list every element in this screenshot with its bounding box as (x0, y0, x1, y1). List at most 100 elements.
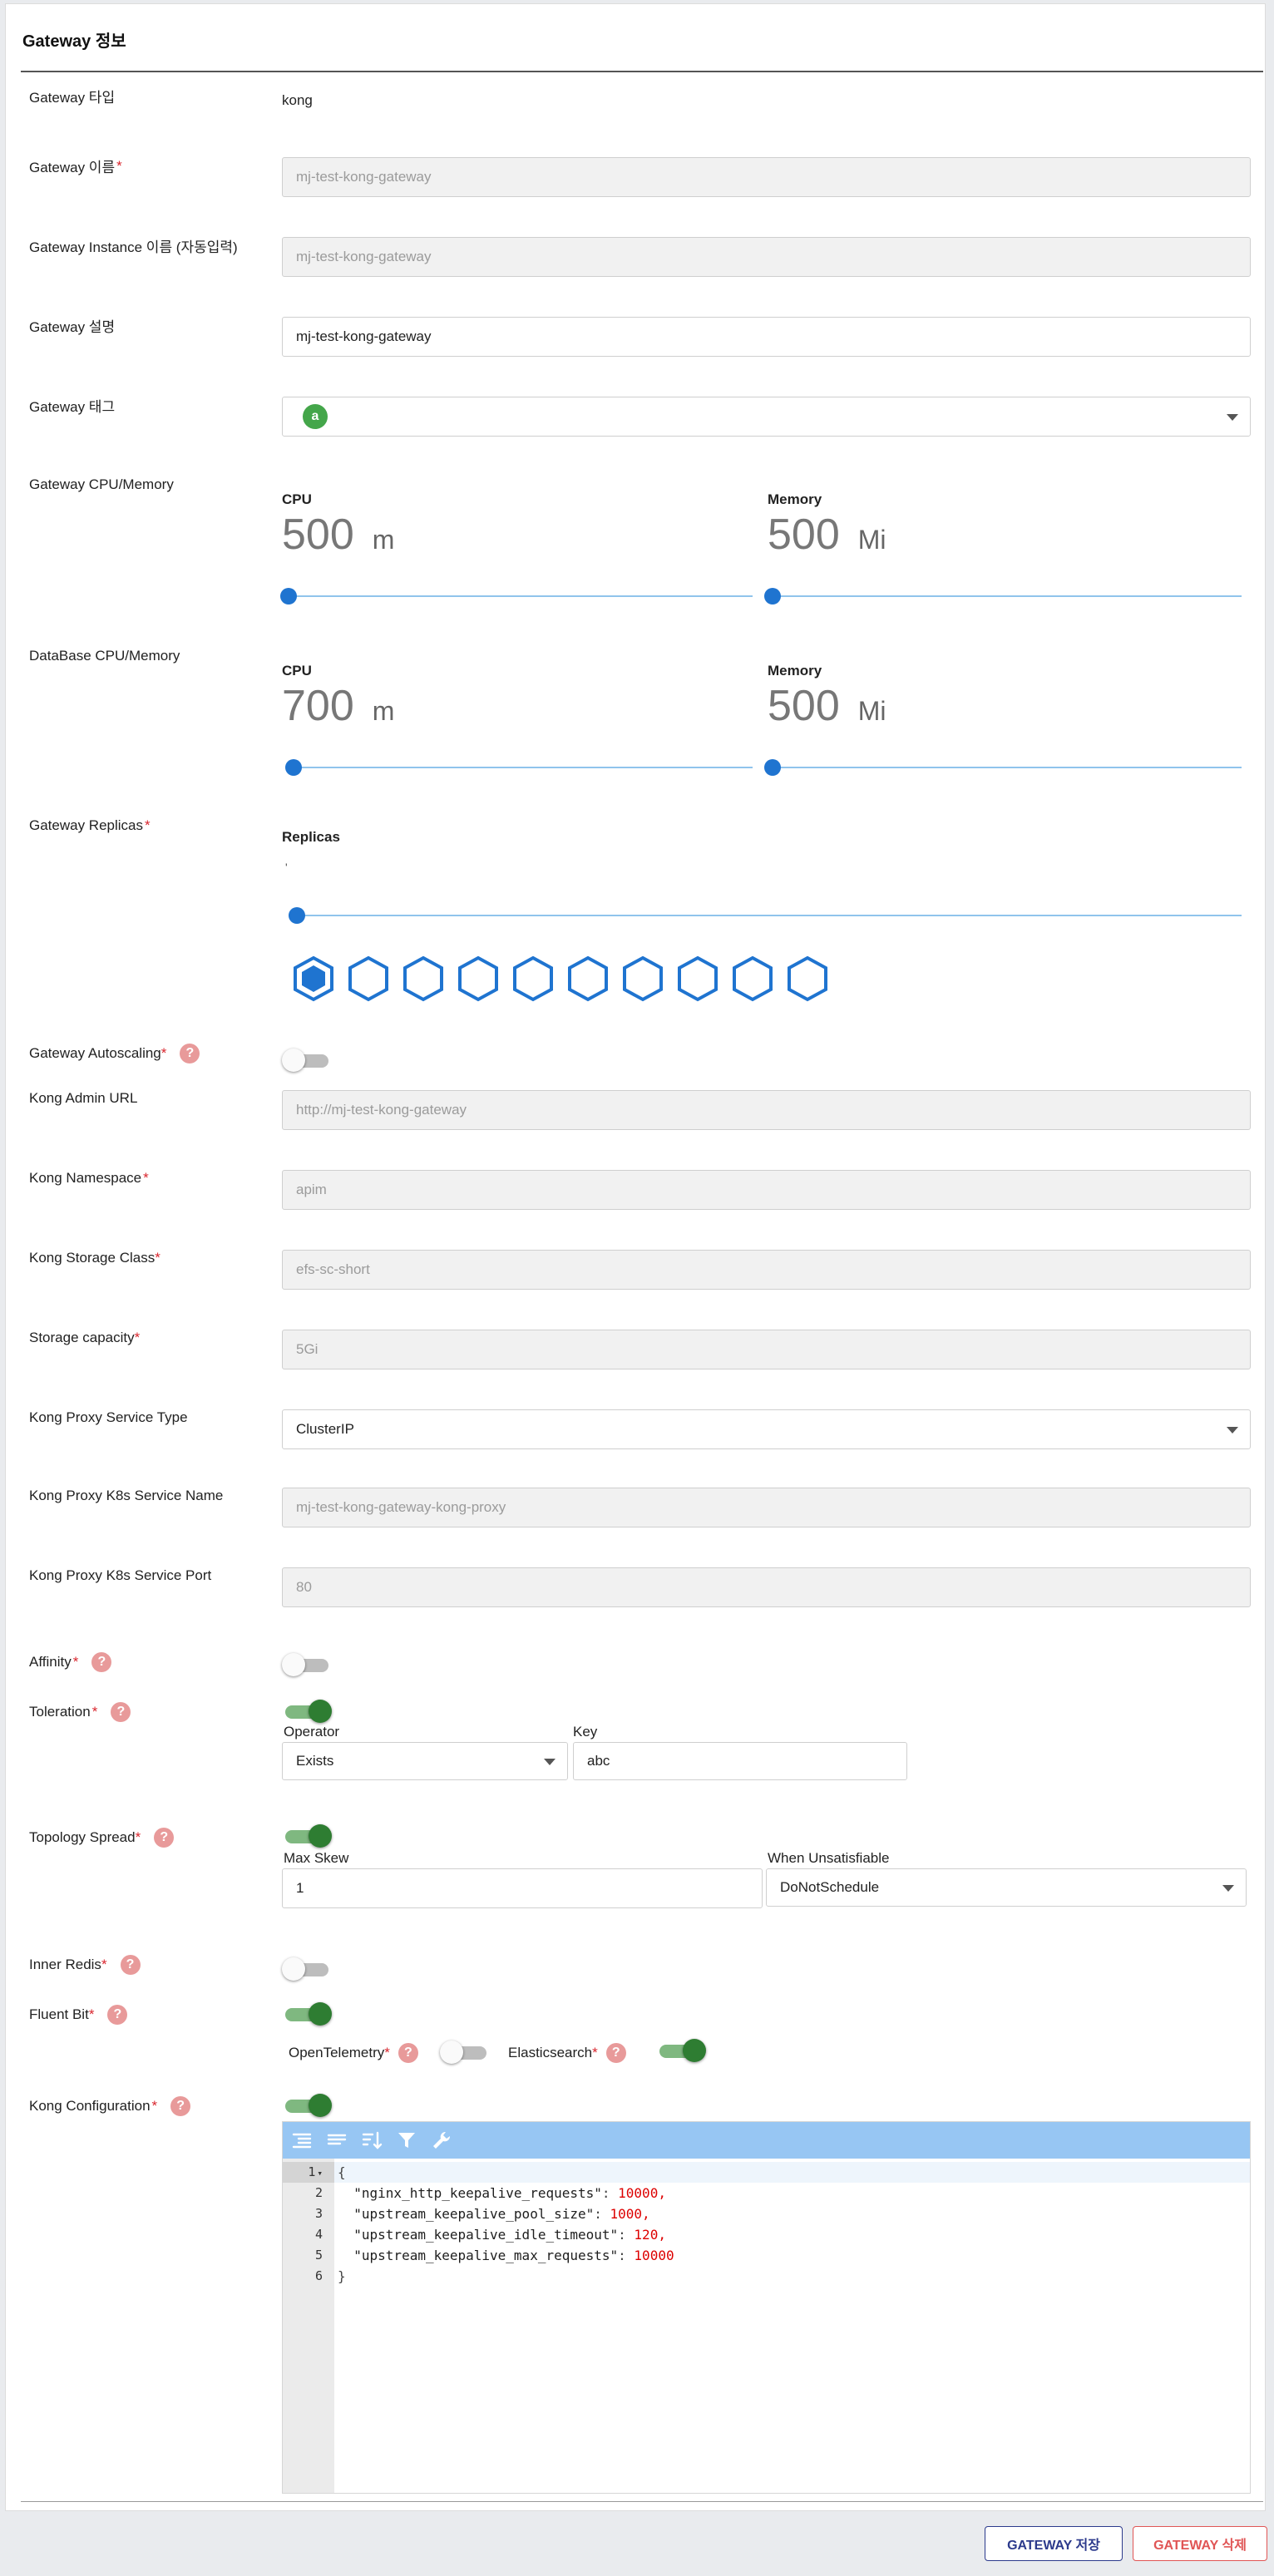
replicas-title: Replicas (282, 829, 340, 845)
database-memory-number: 500 (768, 682, 840, 730)
help-icon[interactable]: ? (605, 2043, 626, 2063)
proxy-service-port-label-text: Kong Proxy K8s Service Port (29, 1567, 212, 1583)
replica-hexagon-icon[interactable] (402, 955, 445, 1002)
required-mark: * (72, 1654, 79, 1670)
slider-thumb[interactable] (280, 588, 297, 605)
code-line[interactable]: { (334, 2162, 1250, 2183)
help-icon[interactable]: ? (111, 1702, 131, 1722)
slider-thumb[interactable] (289, 907, 305, 924)
kong-storage-class-input[interactable]: efs-sc-short (282, 1250, 1251, 1290)
kong-admin-url-input[interactable]: http://mj-test-kong-gateway (282, 1090, 1251, 1130)
replica-hexagon-icon[interactable] (731, 955, 774, 1002)
kong-namespace-label-text: Kong Namespace (29, 1170, 142, 1186)
json-punctuation: , (642, 2206, 650, 2222)
help-icon[interactable]: ? (120, 1955, 141, 1975)
replica-hexagon-icon[interactable] (292, 955, 335, 1002)
fluent-bit-toggle[interactable] (282, 2001, 332, 2026)
repair-icon[interactable] (431, 2129, 452, 2151)
help-icon[interactable]: ? (180, 1044, 200, 1063)
json-editor[interactable]: 1 ▾ 2 3 4 5 6 { "nginx_http_keepalive_requests… (282, 2121, 1251, 2494)
compact-icon[interactable] (326, 2129, 348, 2151)
max-skew-input[interactable]: 1 (282, 1868, 763, 1908)
replica-hexagon-icon[interactable] (457, 955, 500, 1002)
key-input[interactable]: abc (573, 1742, 907, 1780)
toleration-label-text: Toleration (29, 1704, 91, 1720)
proxy-service-type-select[interactable]: ClusterIP (282, 1409, 1251, 1449)
json-value: 10000 (634, 2248, 674, 2263)
gateway-cpu-slider[interactable] (280, 588, 753, 605)
affinity-toggle[interactable] (282, 1652, 332, 1677)
gateway-memory-slider[interactable] (764, 588, 1242, 605)
required-mark: * (134, 1330, 141, 1345)
gateway-type-label: Gateway 타입 (29, 86, 115, 106)
sort-icon[interactable] (361, 2129, 383, 2151)
replica-hexagons[interactable] (292, 955, 829, 1002)
inner-redis-toggle[interactable] (282, 1957, 332, 1981)
proxy-service-port-input[interactable]: 80 (282, 1567, 1251, 1607)
gateway-instance-name-label-text: Gateway Instance 이름 (자동입력) (29, 239, 238, 255)
gateway-instance-name-input[interactable]: mj-test-kong-gateway (282, 237, 1251, 277)
replica-hexagon-icon[interactable] (566, 955, 610, 1002)
slider-thumb[interactable] (284, 759, 302, 776)
help-icon[interactable]: ? (398, 2043, 418, 2063)
gateway-description-input[interactable]: mj-test-kong-gateway (282, 317, 1251, 357)
code-line[interactable]: } (334, 2266, 1250, 2287)
affinity-label-text: Affinity (29, 1654, 72, 1670)
code-line[interactable]: "nginx_http_keepalive_requests": 10000, (334, 2183, 1250, 2203)
storage-capacity-label-text: Storage capacity (29, 1330, 135, 1345)
line-number: 3 (314, 2206, 323, 2221)
code-line[interactable]: "upstream_keepalive_pool_size": 1000, (334, 2203, 1250, 2224)
toggle-knob (309, 2002, 332, 2026)
open-telemetry-toggle[interactable] (440, 2040, 490, 2065)
kong-namespace-input[interactable]: apim (282, 1170, 1251, 1210)
gateway-delete-button[interactable]: GATEWAY 삭제 (1133, 2526, 1267, 2561)
gateway-name-label-text: Gateway 이름 (29, 160, 116, 175)
autoscaling-toggle[interactable] (282, 1048, 332, 1073)
proxy-service-name-input[interactable]: mj-test-kong-gateway-kong-proxy (282, 1488, 1251, 1527)
replica-hexagon-icon[interactable] (676, 955, 719, 1002)
gateway-save-button[interactable]: GATEWAY 저장 (985, 2526, 1123, 2561)
kong-configuration-toggle[interactable] (282, 2093, 332, 2118)
gateway-tag-select[interactable]: a (282, 397, 1251, 437)
database-memory-slider[interactable] (764, 759, 1242, 776)
code-area[interactable]: { "nginx_http_keepalive_requests": 10000… (334, 2159, 1250, 2493)
slider-thumb[interactable] (764, 759, 781, 776)
toleration-label: Toleration * ? (29, 1702, 131, 1722)
when-unsatisfiable-value: DoNotSchedule (780, 1879, 880, 1895)
help-icon[interactable]: ? (154, 1828, 175, 1848)
fold-toggle-icon[interactable]: ▾ (317, 2168, 323, 2179)
toggle-knob (309, 2094, 332, 2117)
toggle-knob (282, 1049, 305, 1072)
help-icon[interactable]: ? (107, 2005, 128, 2025)
kong-admin-url-label-text: Kong Admin URL (29, 1090, 138, 1106)
proxy-service-name-label-text: Kong Proxy K8s Service Name (29, 1488, 224, 1503)
replicas-slider[interactable] (289, 907, 1242, 924)
help-icon[interactable]: ? (170, 2096, 191, 2116)
tag-chip[interactable]: a (303, 404, 328, 429)
gateway-resources-label: Gateway CPU/Memory (29, 476, 174, 493)
json-brace: } (338, 2268, 346, 2284)
database-resources-label-text: DataBase CPU/Memory (29, 648, 180, 664)
storage-capacity-input[interactable]: 5Gi (282, 1330, 1251, 1369)
replica-hexagon-icon[interactable] (786, 955, 829, 1002)
slider-thumb[interactable] (764, 588, 781, 605)
when-unsatisfiable-select[interactable]: DoNotSchedule (766, 1868, 1247, 1907)
when-unsatisfiable-label: When Unsatisfiable (768, 1850, 890, 1866)
help-icon[interactable]: ? (91, 1652, 112, 1672)
filter-icon[interactable] (396, 2129, 417, 2151)
operator-label: Operator (284, 1724, 340, 1740)
code-line[interactable]: "upstream_keepalive_idle_timeout": 120, (334, 2224, 1250, 2245)
topology-spread-toggle[interactable] (282, 1823, 332, 1848)
elasticsearch-toggle[interactable] (656, 2038, 706, 2063)
replica-hexagon-icon[interactable] (621, 955, 664, 1002)
format-icon[interactable] (291, 2129, 313, 2151)
inner-redis-label-text: Inner Redis (29, 1957, 101, 1972)
database-cpu-slider[interactable] (284, 759, 753, 776)
code-line[interactable]: "upstream_keepalive_max_requests": 10000 (334, 2245, 1250, 2266)
toleration-toggle[interactable] (282, 1699, 332, 1724)
replica-hexagon-icon[interactable] (511, 955, 555, 1002)
gateway-name-input[interactable]: mj-test-kong-gateway (282, 157, 1251, 197)
replica-hexagon-icon[interactable] (347, 955, 390, 1002)
replicas-value-mark: ' (285, 861, 288, 874)
operator-select[interactable]: Exists (282, 1742, 568, 1780)
